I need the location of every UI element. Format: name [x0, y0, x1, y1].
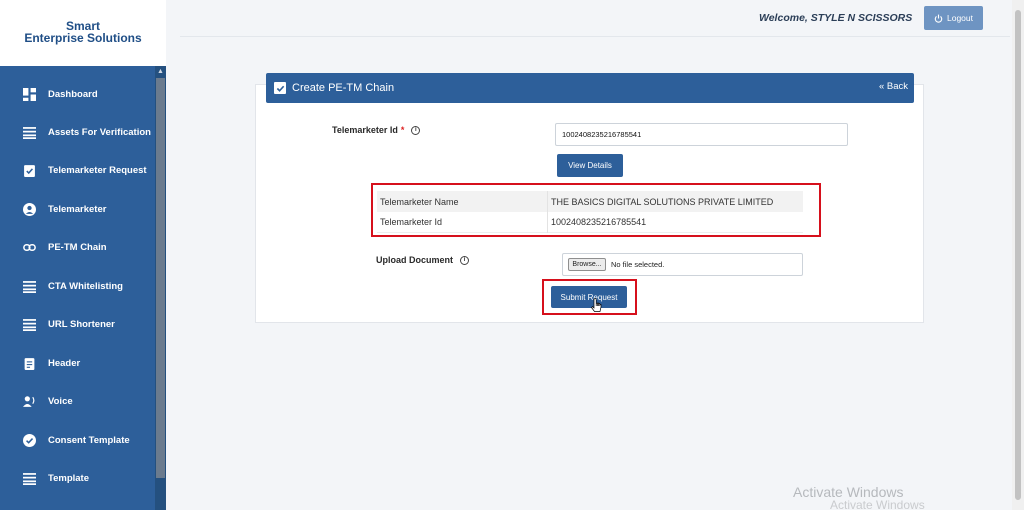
sidebar-item-url-shortener[interactable]: URL Shortener [0, 305, 155, 343]
checkbox-icon [274, 82, 286, 94]
sidebar-item-header[interactable]: Header [0, 344, 155, 382]
sidebar-item-telemarketer[interactable]: Telemarketer [0, 190, 155, 228]
sidebar-item-consent-template[interactable]: Consent Template [0, 421, 155, 459]
clipboard-check-icon [22, 163, 36, 177]
list-icon [22, 317, 36, 331]
page-scrollbar[interactable] [1012, 0, 1024, 510]
card-header: Create PE-TM Chain « Back [266, 73, 914, 103]
sidebar-item-label: Voice [48, 395, 73, 407]
sidebar-item-label: Template [48, 472, 90, 484]
sidebar-item-label: Assets For Verification [48, 126, 151, 138]
sidebar-item-dashboard[interactable]: Dashboard [0, 75, 155, 113]
welcome-prefix: Welcome, [759, 12, 811, 24]
sidebar-item-label: Header [48, 357, 81, 369]
dashboard-icon [22, 87, 36, 101]
sidebar-item-label: CTA Whitelisting [48, 280, 123, 292]
clipboard-icon [22, 356, 36, 370]
sidebar-item-template[interactable]: Template [0, 459, 155, 497]
info-icon[interactable]: i [460, 255, 470, 265]
power-icon [934, 14, 943, 23]
list-icon [22, 279, 36, 293]
sidebar-item-label: Dashboard [48, 88, 98, 100]
brand-line-2: Enterprise Solutions [24, 31, 142, 45]
link-icon [22, 240, 36, 254]
page-scrollbar-thumb[interactable] [1015, 10, 1021, 500]
info-icon[interactable]: i [411, 125, 421, 135]
telemarketer-id-label: Telemarketer Id * i [332, 125, 421, 135]
telemarketer-id-label-text: Telemarketer Id [332, 125, 398, 135]
sidebar-item-cta-whitelisting[interactable]: CTA Whitelisting [0, 267, 155, 305]
sidebar-item-assets-for-verification[interactable]: Assets For Verification [0, 113, 155, 151]
back-link[interactable]: « Back [879, 81, 908, 92]
welcome-text: Welcome, STYLE N SCISSORS [759, 12, 912, 24]
view-details-button[interactable]: View Details [557, 154, 623, 177]
highlight-box-details [371, 183, 821, 237]
sidebar-item-label: Consent Template [48, 434, 130, 446]
sidebar-item-label: Telemarketer Request [48, 164, 147, 176]
sidebar-item-label: PE-TM Chain [48, 241, 107, 253]
file-upload-field[interactable]: Browse... No file selected. [562, 253, 803, 276]
file-status-text: No file selected. [611, 260, 665, 269]
check-circle-icon [22, 433, 36, 447]
sidebar: Smart Enterprise Solutions Dashboard Ass… [0, 0, 166, 510]
brand-logo[interactable]: Smart Enterprise Solutions [0, 0, 166, 66]
upload-document-label: Upload Document i [376, 255, 470, 265]
browse-button[interactable]: Browse... [568, 258, 606, 271]
sidebar-item-label: URL Shortener [48, 318, 115, 330]
sidebar-scrollbar[interactable]: ▲ [155, 66, 166, 510]
sidebar-scrollbar-thumb[interactable] [156, 78, 165, 478]
sidebar-item-telemarketer-request[interactable]: Telemarketer Request [0, 151, 155, 189]
sidebar-item-voice[interactable]: Voice [0, 382, 155, 420]
header-divider [180, 36, 1010, 37]
highlight-box-submit [542, 279, 637, 315]
user-circle-icon [22, 202, 36, 216]
card-title: Create PE-TM Chain [292, 82, 395, 94]
voice-icon [22, 394, 36, 408]
telemarketer-id-input[interactable]: 1002408235216785541 [555, 123, 848, 146]
mouse-cursor-icon [591, 298, 602, 312]
list-icon [22, 471, 36, 485]
windows-activation-watermark-echo: Activate Windows [830, 498, 925, 510]
sidebar-item-pe-tm-chain[interactable]: PE-TM Chain [0, 228, 155, 266]
scroll-up-icon[interactable]: ▲ [156, 67, 165, 76]
logout-button[interactable]: Logout [924, 6, 983, 30]
user-name: STYLE N SCISSORS [810, 12, 913, 24]
list-icon [22, 125, 36, 139]
logout-label: Logout [947, 13, 973, 23]
required-marker: * [400, 125, 405, 135]
upload-document-label-text: Upload Document [376, 255, 454, 265]
sidebar-item-label: Telemarketer [48, 203, 107, 215]
